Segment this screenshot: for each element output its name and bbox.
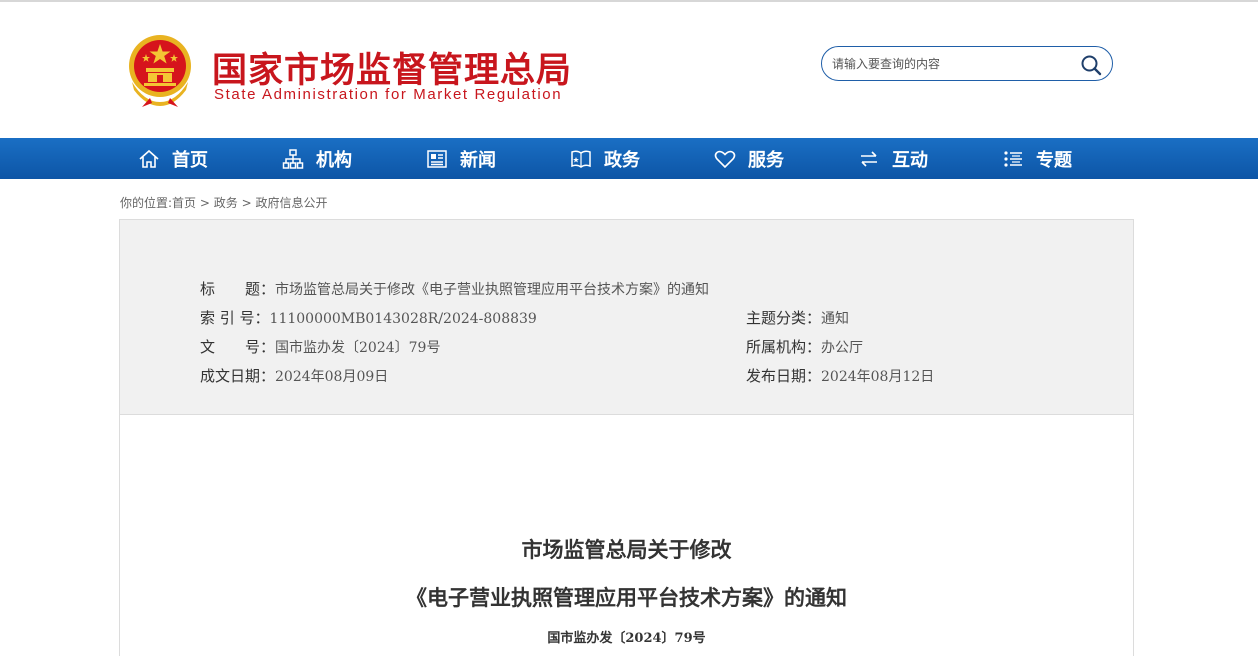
breadcrumb-link-home[interactable]: 首页 [172, 196, 196, 210]
newspaper-icon [427, 149, 447, 168]
breadcrumb-separator: > [196, 196, 214, 210]
meta-index-row: 索 引 号：11100000MB0143028R/2024-808839 [200, 307, 537, 328]
meta-org-label: 所属机构： [746, 338, 822, 356]
site-logo-english[interactable]: State Administration for Market Regulati… [214, 86, 562, 103]
exchange-arrows-icon [861, 150, 877, 167]
meta-published-label: 发布日期： [746, 367, 822, 385]
national-emblem-icon[interactable] [124, 32, 196, 108]
breadcrumb-prefix: 你的位置: [120, 196, 173, 210]
search-input[interactable] [832, 54, 1072, 74]
meta-index-label: 索 引 号： [200, 309, 270, 327]
document-title-line-1: 市场监管总局关于修改 [521, 537, 732, 562]
nav-label: 新闻 [460, 149, 496, 171]
meta-title-value: 市场监管总局关于修改《电子营业执照管理应用平台技术方案》的通知 [275, 282, 710, 298]
meta-published-value: 2024年08月12日 [821, 369, 935, 385]
meta-docno-row: 文 号：国市监办发〔2024〕79号 [200, 336, 440, 357]
home-icon [139, 149, 159, 168]
breadcrumb-link-government-affairs[interactable]: 政务 [214, 196, 238, 210]
heart-icon [714, 150, 736, 168]
article-container: 标 题：市场监管总局关于修改《电子营业执照管理应用平台技术方案》的通知 索 引 … [119, 219, 1134, 656]
search-icon[interactable] [1080, 54, 1102, 76]
nav-item-government-affairs[interactable]: 政务 [570, 138, 714, 179]
meta-org-value: 办公厅 [821, 340, 864, 356]
document-number: 国市监办发〔2024〕79号 [547, 631, 706, 646]
meta-docno-value: 国市监办发〔2024〕79号 [275, 340, 441, 356]
nav-label: 服务 [748, 149, 784, 171]
nav-item-news[interactable]: 新闻 [426, 138, 570, 179]
meta-index-value: 11100000MB0143028R/2024-808839 [269, 311, 537, 327]
meta-title-label: 标 题： [200, 280, 276, 298]
nav-label: 政务 [604, 149, 640, 171]
nav-item-organization[interactable]: 机构 [282, 138, 426, 179]
meta-published-row: 发布日期：2024年08月12日 [746, 365, 934, 386]
book-icon [571, 149, 591, 168]
meta-title-row: 标 题：市场监管总局关于修改《电子营业执照管理应用平台技术方案》的通知 [200, 278, 709, 299]
nav-label: 机构 [316, 149, 352, 171]
site-header: 国家市场监督管理总局 State Administration for Mark… [0, 2, 1258, 138]
document-title-line-2: 《电子营业执照管理应用平台技术方案》的通知 [406, 585, 847, 610]
document-metadata-panel: 标 题：市场监管总局关于修改《电子营业执照管理应用平台技术方案》的通知 索 引 … [120, 220, 1133, 415]
nav-item-home[interactable]: 首页 [138, 138, 282, 179]
meta-created-label: 成文日期： [200, 367, 276, 385]
meta-docno-label: 文 号： [200, 338, 276, 356]
breadcrumb-separator: > [237, 196, 256, 210]
main-nav: 首页 机构 新闻 政务 服务 互动 专题 [0, 138, 1258, 179]
meta-org-row: 所属机构：办公厅 [746, 336, 863, 357]
nav-label: 首页 [172, 149, 208, 171]
meta-created-row: 成文日期：2024年08月09日 [200, 365, 388, 386]
meta-created-value: 2024年08月09日 [275, 369, 389, 385]
breadcrumb: 你的位置:首页 > 政务 > 政府信息公开 [120, 194, 327, 211]
nav-label: 专题 [1036, 149, 1072, 171]
nav-label: 互动 [892, 149, 928, 171]
topic-list-icon [1004, 150, 1022, 167]
nav-item-topics[interactable]: 专题 [1002, 138, 1146, 179]
search-box [821, 46, 1113, 81]
breadcrumb-link-info-disclosure[interactable]: 政府信息公开 [255, 196, 327, 210]
meta-topic-value: 通知 [821, 311, 850, 327]
nav-item-services[interactable]: 服务 [714, 138, 858, 179]
meta-topic-row: 主题分类：通知 [746, 307, 849, 328]
org-chart-icon [282, 148, 304, 169]
meta-topic-label: 主题分类： [746, 309, 822, 327]
nav-item-interaction[interactable]: 互动 [858, 138, 1002, 179]
